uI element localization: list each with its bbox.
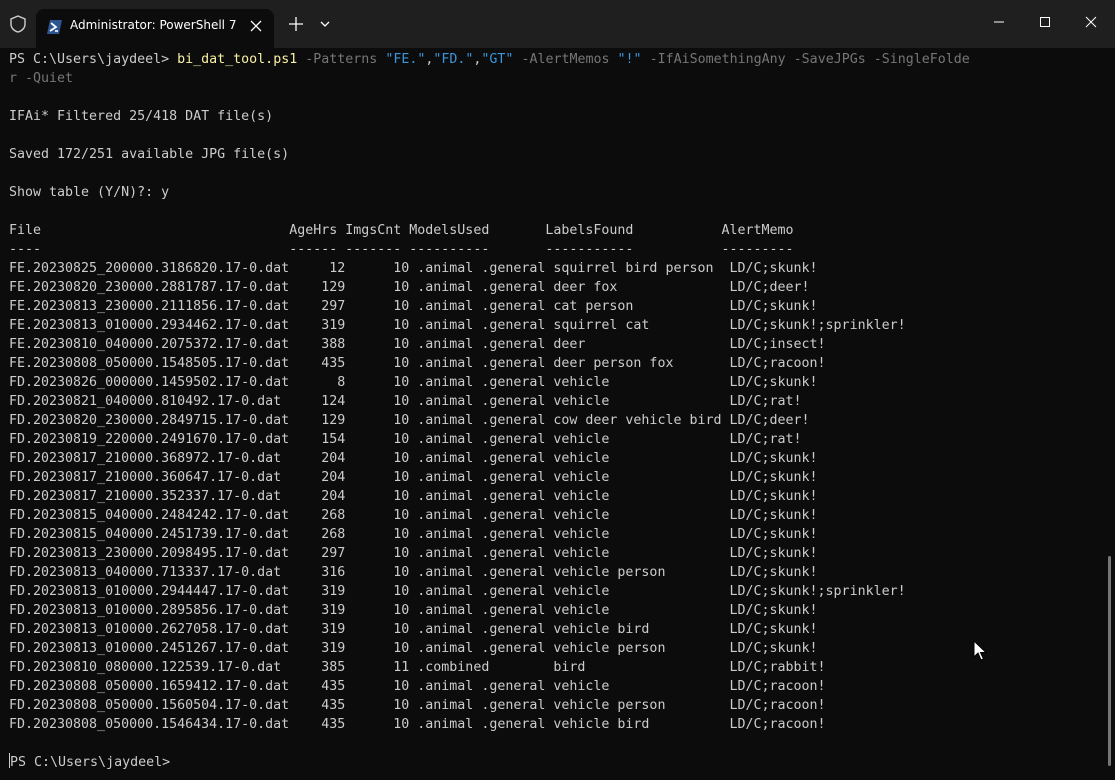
- terminal-output[interactable]: PS C:\Users\jaydeel> bi_dat_tool.ps1 -Pa…: [0, 48, 1105, 780]
- command-script: bi_dat_tool.ps1: [177, 52, 298, 67]
- table-row: FD.20230813_010000.2451267.17-0.dat 319 …: [9, 641, 818, 656]
- plus-icon[interactable]: [286, 14, 306, 34]
- table-row: FD.20230815_040000.2484242.17-0.dat 268 …: [9, 508, 818, 523]
- table-row: FD.20230817_210000.352337.17-0.dat 204 1…: [9, 489, 818, 504]
- table-row: FD.20230821_040000.810492.17-0.dat 124 1…: [9, 394, 802, 409]
- output-show-table: Show table (Y/N)?: y: [9, 185, 170, 200]
- close-window-icon[interactable]: [1079, 10, 1103, 34]
- shield-icon[interactable]: [8, 14, 28, 34]
- table-separator: ---- ------ ------- ---------- ---------…: [9, 242, 794, 257]
- scrollbar-thumb[interactable]: [1108, 556, 1111, 766]
- table-row: FD.20230813_010000.2944447.17-0.dat 319 …: [9, 584, 906, 599]
- output-saved: Saved 172/251 available JPG file(s): [9, 147, 290, 162]
- string-bang: "!": [617, 52, 642, 67]
- param-switches: -IfAiSomethingAny -SaveJPGs -SingleFolde: [649, 52, 970, 67]
- table-row: FD.20230817_210000.360647.17-0.dat 204 1…: [9, 470, 818, 485]
- final-prompt-line: PS C:\Users\jaydeel>: [9, 753, 170, 772]
- tab-title: Administrator: PowerShell 7: [70, 18, 237, 32]
- string-fe: "FE.": [385, 52, 426, 67]
- table-row: FE.20230820_230000.2881787.17-0.dat 129 …: [9, 280, 810, 295]
- param-patterns: -Patterns: [305, 52, 378, 67]
- chevron-down-icon[interactable]: [315, 14, 335, 34]
- table-row: FD.20230808_050000.1546434.17-0.dat 435 …: [9, 717, 826, 732]
- table-row: FE.20230810_040000.2075372.17-0.dat 388 …: [9, 337, 826, 352]
- table-header: File AgeHrs ImgsCnt ModelsUsed LabelsFou…: [9, 223, 794, 238]
- prompt: PS C:\Users\jaydeel>: [9, 52, 178, 67]
- powershell-icon: [47, 20, 62, 34]
- table-row: FD.20230819_220000.2491670.17-0.dat 154 …: [9, 432, 802, 447]
- title-bar: Administrator: PowerShell 7: [0, 0, 1115, 48]
- param-alert-memos: -AlertMemos: [521, 52, 610, 67]
- minimize-icon[interactable]: [987, 10, 1011, 34]
- table-row: FD.20230808_050000.1560504.17-0.dat 435 …: [9, 698, 826, 713]
- command-line: PS C:\Users\jaydeel> bi_dat_tool.ps1 -Pa…: [9, 50, 970, 69]
- table-row: FE.20230808_050000.1548505.17-0.dat 435 …: [9, 356, 826, 371]
- string-fd: "FD.": [433, 52, 474, 67]
- table-row: FE.20230825_200000.3186820.17-0.dat 12 1…: [9, 261, 818, 276]
- table-row: FD.20230820_230000.2849715.17-0.dat 129 …: [9, 413, 810, 428]
- string-gt: "GT": [481, 52, 514, 67]
- final-prompt: PS C:\Users\jaydeel>: [10, 755, 171, 770]
- table-row: FD.20230813_010000.2895856.17-0.dat 319 …: [9, 603, 818, 618]
- table-row: FD.20230817_210000.368972.17-0.dat 204 1…: [9, 451, 818, 466]
- scrollbar[interactable]: [1105, 48, 1115, 780]
- table-row: FD.20230813_230000.2098495.17-0.dat 297 …: [9, 546, 818, 561]
- table-row: FD.20230808_050000.1659412.17-0.dat 435 …: [9, 679, 826, 694]
- table-row: FD.20230826_000000.1459502.17-0.dat 8 10…: [9, 375, 818, 390]
- tab-powershell[interactable]: Administrator: PowerShell 7: [36, 9, 274, 48]
- close-icon[interactable]: [246, 16, 266, 36]
- mouse-pointer-icon: [973, 640, 987, 661]
- table-row: FD.20230813_010000.2627058.17-0.dat 319 …: [9, 622, 818, 637]
- table-row: FD.20230810_080000.122539.17-0.dat 385 1…: [9, 660, 826, 675]
- table-row: FD.20230815_040000.2451739.17-0.dat 268 …: [9, 527, 818, 542]
- command-wrap: r -Quiet: [9, 71, 74, 86]
- output-filtered: IFAi* Filtered 25/418 DAT file(s): [9, 109, 274, 124]
- maximize-icon[interactable]: [1033, 10, 1057, 34]
- table-row: FE.20230813_010000.2934462.17-0.dat 319 …: [9, 318, 906, 333]
- table-row: FD.20230813_040000.713337.17-0.dat 316 1…: [9, 565, 818, 580]
- table-row: FE.20230813_230000.2111856.17-0.dat 297 …: [9, 299, 818, 314]
